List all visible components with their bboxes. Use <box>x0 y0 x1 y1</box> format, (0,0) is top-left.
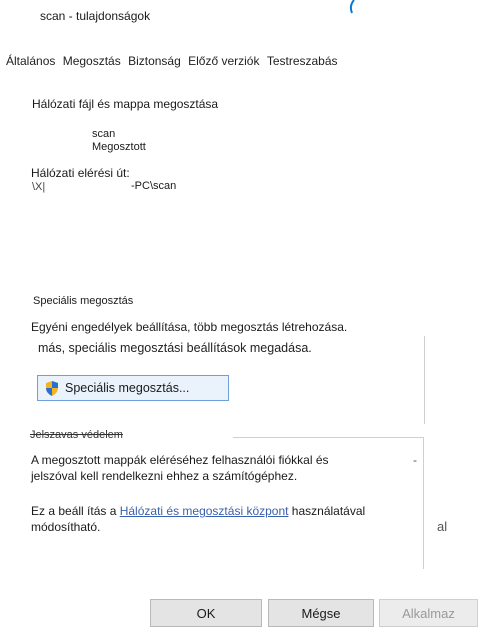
tab-security[interactable]: Biztonság <box>128 54 184 68</box>
advanced-sharing-button-label: Speciális megosztás... <box>65 381 190 395</box>
share-name: scan <box>92 128 116 140</box>
group-border <box>424 336 425 424</box>
advanced-sharing-button[interactable]: Speciális megosztás... <box>37 375 229 401</box>
password-text-line1: A megosztott mappák eléréséhez felhaszná… <box>31 453 329 467</box>
tab-sharing[interactable]: Megosztás <box>63 54 124 68</box>
advanced-sharing-description-cont: más, speciális megosztási beállítások me… <box>38 341 312 355</box>
stray-mark: - <box>413 453 417 467</box>
network-sharing-center-link[interactable]: Hálózati és megosztási központ <box>120 504 289 518</box>
network-path-prefix: \X| <box>32 181 46 193</box>
password-protection-heading: Jelszavas védelem <box>30 429 123 441</box>
password-text-line3: Ez a beáll ítás a Hálózati és megosztási… <box>31 504 365 518</box>
ok-button[interactable]: OK <box>150 599 262 627</box>
stray-mark: al <box>437 519 448 534</box>
tab-previous-versions[interactable]: Előző verziók <box>188 54 263 68</box>
tab-general[interactable]: Általános <box>6 54 59 68</box>
cancel-button[interactable]: Mégse <box>268 599 374 627</box>
tab-strip: Általános Megosztás Biztonság Előző verz… <box>6 54 342 68</box>
tab-customize[interactable]: Testreszabás <box>267 54 338 68</box>
share-state: Megosztott <box>92 141 146 153</box>
window-title: scan - tulajdonságok <box>40 9 151 23</box>
apply-button[interactable]: Alkalmaz <box>379 599 478 627</box>
advanced-sharing-description: Egyéni engedélyek beállítása, több megos… <box>31 320 348 334</box>
decorative-blue-stroke <box>349 0 355 14</box>
uac-shield-icon <box>46 380 58 396</box>
network-path-label: Hálózati elérési út: <box>31 166 130 180</box>
password-text-before-link: Ez a beáll ítás a <box>31 504 120 518</box>
password-text-after-link: használatával <box>288 504 366 518</box>
password-text-line4: módosítható. <box>31 520 101 534</box>
password-text-line2: jelszóval kell rendelkezni ehhez a számí… <box>31 469 298 483</box>
network-sharing-heading: Hálózati fájl és mappa megosztása <box>32 97 219 111</box>
advanced-sharing-heading: Speciális megosztás <box>33 295 134 307</box>
network-path-value: -PC\scan <box>131 180 177 192</box>
